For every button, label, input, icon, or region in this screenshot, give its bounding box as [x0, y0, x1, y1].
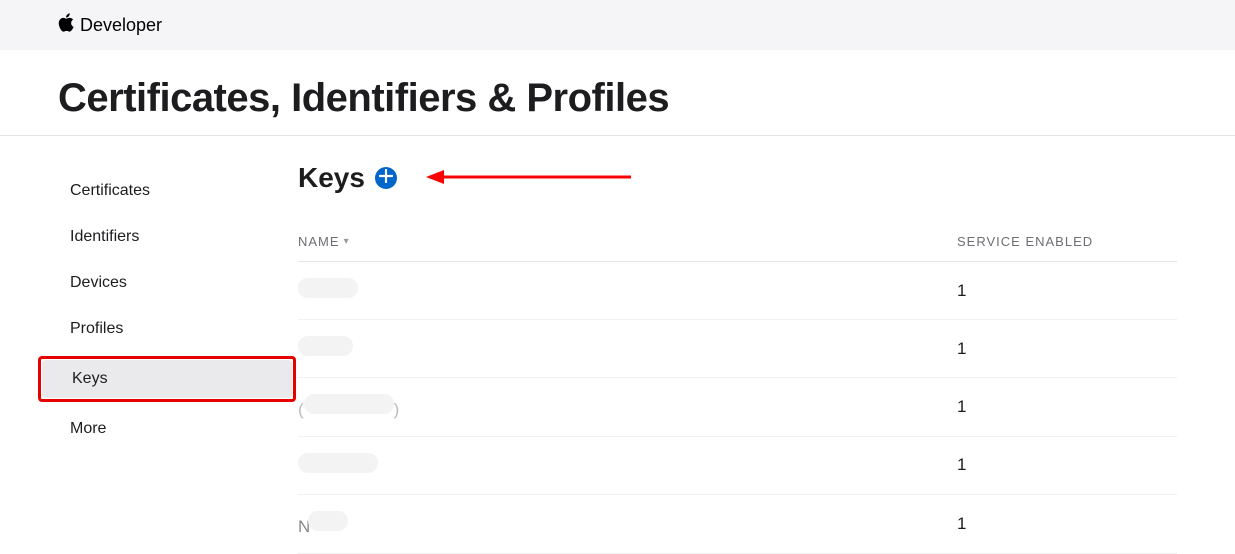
add-key-button[interactable]	[375, 167, 397, 189]
sidebar-item-certificates[interactable]: Certificates	[58, 172, 288, 210]
redacted-text	[298, 336, 353, 356]
sidebar-item-keys[interactable]: Keys	[42, 360, 292, 398]
sidebar-item-profiles[interactable]: Profiles	[58, 310, 288, 348]
brand-label: Developer	[80, 15, 162, 36]
redacted-text	[298, 278, 358, 298]
table-header: NAME ▾ SERVICE ENABLED	[298, 222, 1177, 262]
main-content: Keys NAME ▾ SERVICE ENABLED	[288, 136, 1177, 554]
column-header-name-label: NAME	[298, 234, 340, 249]
sort-caret-icon: ▾	[344, 236, 350, 247]
cell-name	[298, 336, 957, 361]
page-title-wrap: Certificates, Identifiers & Profiles	[0, 50, 1235, 136]
sidebar-item-devices[interactable]: Devices	[58, 264, 288, 302]
section-header: Keys	[298, 162, 1177, 194]
section-title: Keys	[298, 162, 365, 194]
sidebar-item-identifiers[interactable]: Identifiers	[58, 218, 288, 256]
annotation-highlight-box: Keys	[38, 356, 296, 402]
column-header-service[interactable]: SERVICE ENABLED	[957, 234, 1177, 249]
cell-service: 1	[957, 397, 1177, 417]
page-title: Certificates, Identifiers & Profiles	[58, 76, 1177, 121]
column-header-name[interactable]: NAME ▾	[298, 234, 957, 249]
brand[interactable]: Developer	[58, 13, 162, 37]
keys-table: NAME ▾ SERVICE ENABLED 1 1 () 1 1	[298, 222, 1177, 554]
cell-name: N	[298, 511, 957, 537]
table-row[interactable]: 1	[298, 320, 1177, 378]
cell-service: 1	[957, 281, 1177, 301]
redacted-text	[304, 394, 394, 414]
redacted-text	[308, 511, 348, 531]
topbar: Developer	[0, 0, 1235, 50]
table-row[interactable]: 1	[298, 262, 1177, 320]
cell-service: 1	[957, 514, 1177, 534]
annotation-arrow	[426, 168, 636, 191]
table-row[interactable]: 1	[298, 437, 1177, 495]
table-row[interactable]: N 1	[298, 495, 1177, 554]
apple-logo-icon	[58, 13, 74, 37]
table-row[interactable]: () 1	[298, 378, 1177, 437]
sidebar: Certificates Identifiers Devices Profile…	[58, 136, 288, 554]
cell-name	[298, 278, 957, 303]
sidebar-item-more[interactable]: More	[58, 410, 288, 448]
cell-service: 1	[957, 339, 1177, 359]
redacted-text	[298, 453, 378, 473]
cell-service: 1	[957, 455, 1177, 475]
cell-name: ()	[298, 394, 957, 420]
plus-icon	[379, 169, 393, 188]
cell-name	[298, 453, 957, 478]
